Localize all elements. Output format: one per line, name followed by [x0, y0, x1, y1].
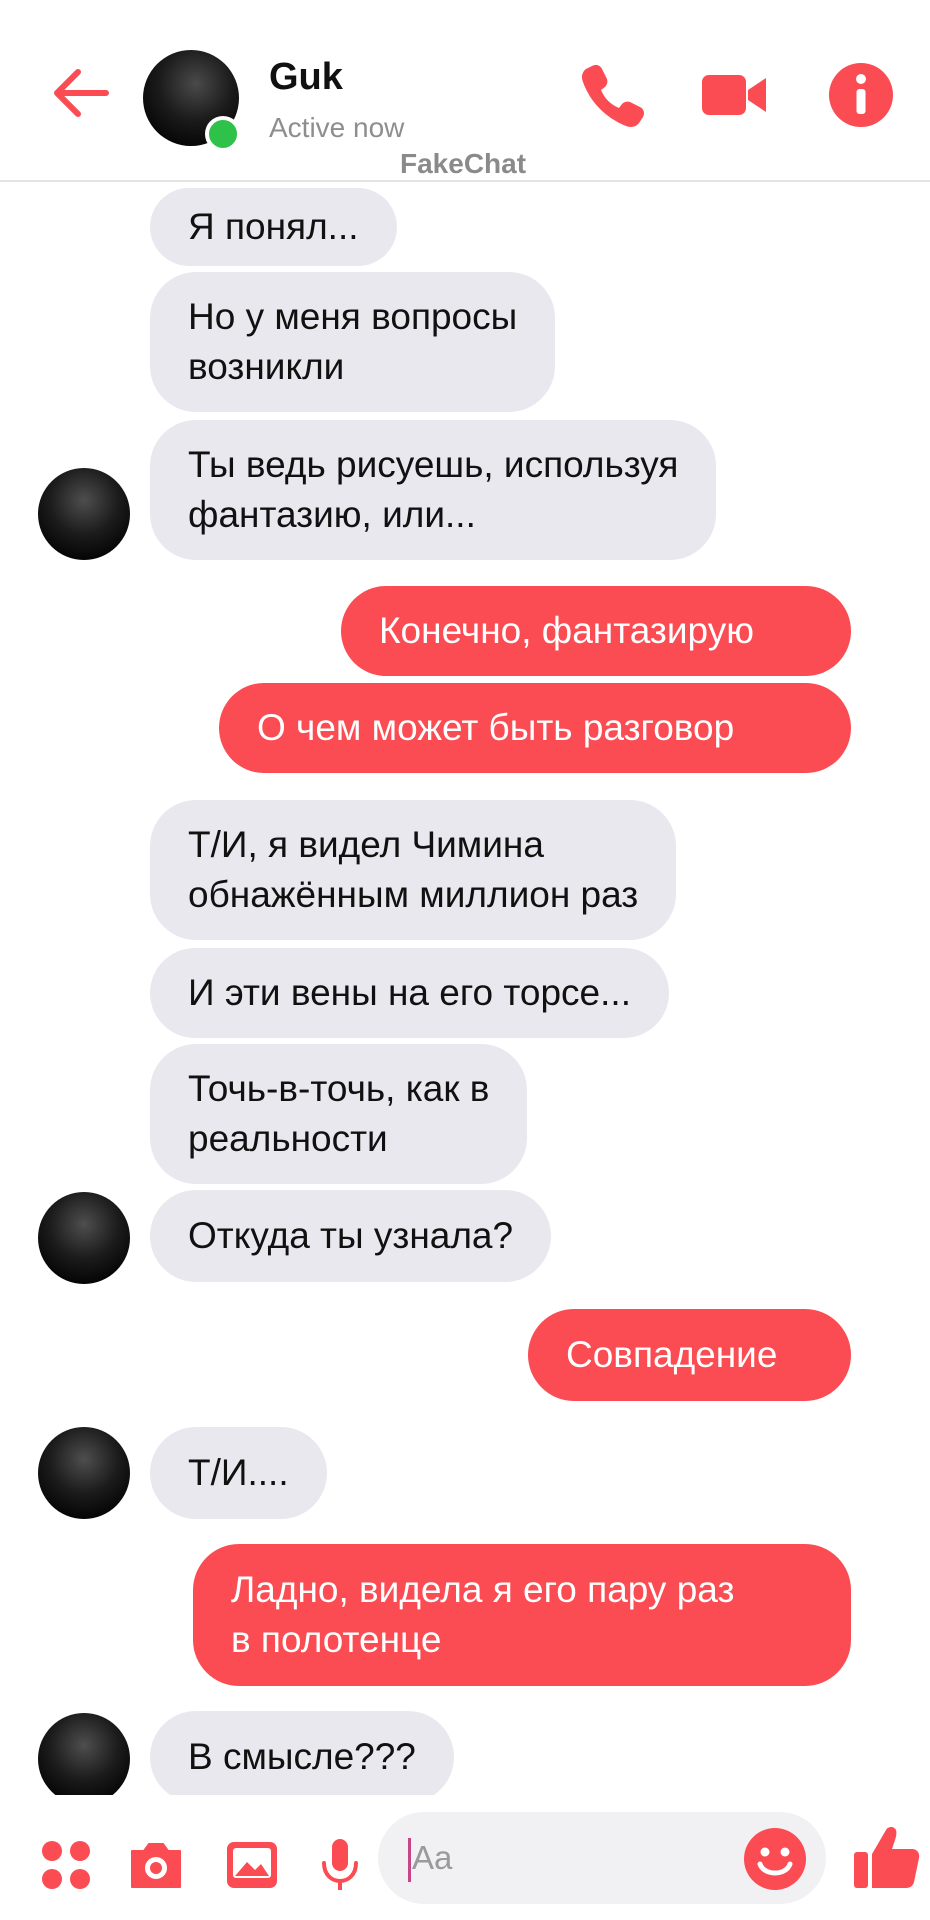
- phone-icon[interactable]: [578, 60, 648, 130]
- chat-header: Guk Active now FakeChat: [0, 0, 930, 182]
- thumbs-up-icon[interactable]: [850, 1820, 922, 1892]
- contact-name[interactable]: Guk: [269, 56, 343, 99]
- watermark: FakeChat: [400, 148, 527, 179]
- microphone-icon[interactable]: [310, 1835, 370, 1895]
- message-outgoing: О чем может быть разговор: [219, 683, 851, 773]
- message-incoming: В смысле???: [150, 1711, 454, 1803]
- video-camera-icon[interactable]: [700, 60, 770, 130]
- message-incoming: Но у меня вопросы возникли: [150, 272, 556, 412]
- contact-avatar: [38, 1427, 130, 1519]
- message-outgoing: Конечно, фантазирую: [341, 586, 851, 676]
- contact-avatar: [38, 468, 130, 560]
- four-dots-icon[interactable]: [36, 1835, 96, 1895]
- contact-avatar: [38, 1192, 130, 1284]
- contact-status: Active now: [269, 112, 405, 143]
- smiley-icon[interactable]: [742, 1826, 808, 1892]
- message-outgoing: Ладно, видела я его пару раз в полотенце: [193, 1544, 851, 1686]
- message-incoming: Откуда ты узнала?: [150, 1190, 552, 1282]
- arrow-left-icon[interactable]: [50, 62, 112, 124]
- contact-avatar: [38, 1713, 130, 1805]
- message-incoming: Т/И....: [150, 1427, 327, 1519]
- message-incoming: Т/И, я видел Чимина обнажённым миллион р…: [150, 800, 677, 940]
- text-caret: [408, 1838, 411, 1882]
- message-incoming: И эти вены на его торсе...: [150, 948, 669, 1038]
- camera-icon[interactable]: [126, 1835, 186, 1895]
- message-incoming: Я понял...: [150, 188, 397, 266]
- image-icon[interactable]: [222, 1835, 282, 1895]
- message-outgoing: Совпадение: [528, 1309, 851, 1401]
- message-incoming: Ты ведь рисуешь, используя фантазию, или…: [150, 420, 717, 560]
- online-indicator: [205, 116, 241, 152]
- info-icon[interactable]: [826, 60, 896, 130]
- message-input-placeholder: Aa: [412, 1839, 453, 1876]
- message-incoming: Точь-в-точь, как в реальности: [150, 1044, 528, 1184]
